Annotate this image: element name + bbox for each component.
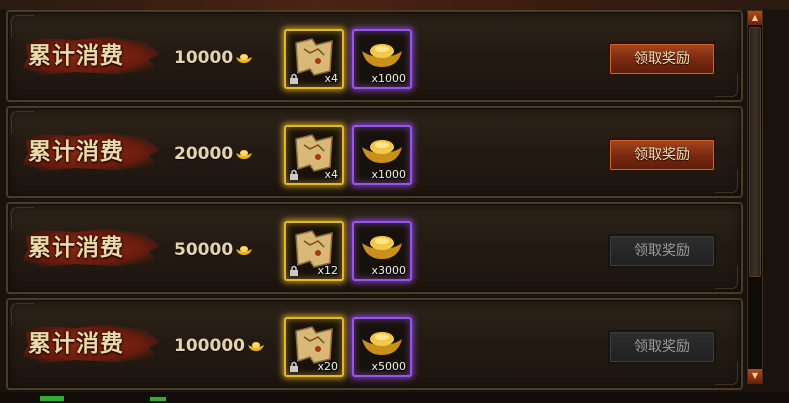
- claim-reward-button[interactable]: 领取奖励: [608, 234, 716, 268]
- spend-threshold: 50000: [174, 240, 253, 260]
- reward-condition-label: 累计消费: [28, 234, 124, 261]
- spend-amount: 50000: [174, 240, 234, 260]
- arrow-up-icon[interactable]: ▲: [748, 11, 762, 25]
- vertical-scrollbar[interactable]: ▲ ▼: [747, 10, 763, 384]
- bottom-decor-strip: [0, 392, 789, 403]
- reward-item-slot-treasure-map[interactable]: x4: [284, 125, 344, 185]
- item-quantity: x1000: [371, 72, 406, 85]
- reward-list: 累计消费 10000 x4 x1000 领取奖励 累计消费 20000 x4 x…: [0, 8, 745, 392]
- bound-lock-icon: [290, 169, 298, 180]
- spend-amount: 10000: [174, 48, 234, 68]
- reward-item-slot-gold-ingot[interactable]: x1000: [352, 125, 412, 185]
- item-quantity: x20: [317, 360, 338, 373]
- gold-ingot-item-icon: [362, 236, 402, 259]
- spend-threshold: 20000: [174, 144, 253, 164]
- gold-ingot-icon: [236, 150, 253, 159]
- item-quantity: x4: [324, 168, 338, 181]
- reward-item-slot-gold-ingot[interactable]: x1000: [352, 29, 412, 89]
- reward-item-slot-treasure-map[interactable]: x4: [284, 29, 344, 89]
- reward-condition-label: 累计消费: [28, 330, 124, 357]
- status-indicator: [40, 396, 64, 401]
- bound-lock-icon: [290, 265, 298, 276]
- gold-ingot-item-icon: [362, 44, 402, 67]
- reward-row: 累计消费 50000 x12 x3000 领取奖励: [6, 202, 743, 294]
- reward-row: 累计消费 100000 x20 x5000 领取奖励: [6, 298, 743, 390]
- spend-threshold: 10000: [174, 48, 253, 68]
- claim-reward-button[interactable]: 领取奖励: [608, 330, 716, 364]
- reward-row: 累计消费 10000 x4 x1000 领取奖励: [6, 10, 743, 102]
- gold-ingot-icon: [247, 342, 264, 351]
- reward-item-slot-treasure-map[interactable]: x12: [284, 221, 344, 281]
- reward-item-slot-treasure-map[interactable]: x20: [284, 317, 344, 377]
- status-indicator: [150, 397, 166, 401]
- scrollbar-thumb[interactable]: [749, 27, 761, 277]
- reward-condition-label: 累计消费: [28, 42, 124, 69]
- gold-ingot-icon: [236, 54, 253, 63]
- item-quantity: x4: [324, 72, 338, 85]
- bound-lock-icon: [290, 73, 298, 84]
- spend-amount: 100000: [174, 336, 245, 356]
- claim-reward-button[interactable]: 领取奖励: [608, 138, 716, 172]
- reward-condition-label: 累计消费: [28, 138, 124, 165]
- gold-ingot-icon: [236, 246, 253, 255]
- spend-threshold: 100000: [174, 336, 265, 356]
- spend-amount: 20000: [174, 144, 234, 164]
- reward-item-slot-gold-ingot[interactable]: x3000: [352, 221, 412, 281]
- item-quantity: x12: [317, 264, 338, 277]
- item-quantity: x5000: [371, 360, 406, 373]
- claim-reward-button[interactable]: 领取奖励: [608, 42, 716, 76]
- gold-ingot-item-icon: [362, 332, 402, 355]
- reward-row: 累计消费 20000 x4 x1000 领取奖励: [6, 106, 743, 198]
- bound-lock-icon: [290, 361, 298, 372]
- reward-item-slot-gold-ingot[interactable]: x5000: [352, 317, 412, 377]
- item-quantity: x1000: [371, 168, 406, 181]
- gold-ingot-item-icon: [362, 140, 402, 163]
- arrow-down-icon[interactable]: ▼: [748, 369, 762, 383]
- item-quantity: x3000: [371, 264, 406, 277]
